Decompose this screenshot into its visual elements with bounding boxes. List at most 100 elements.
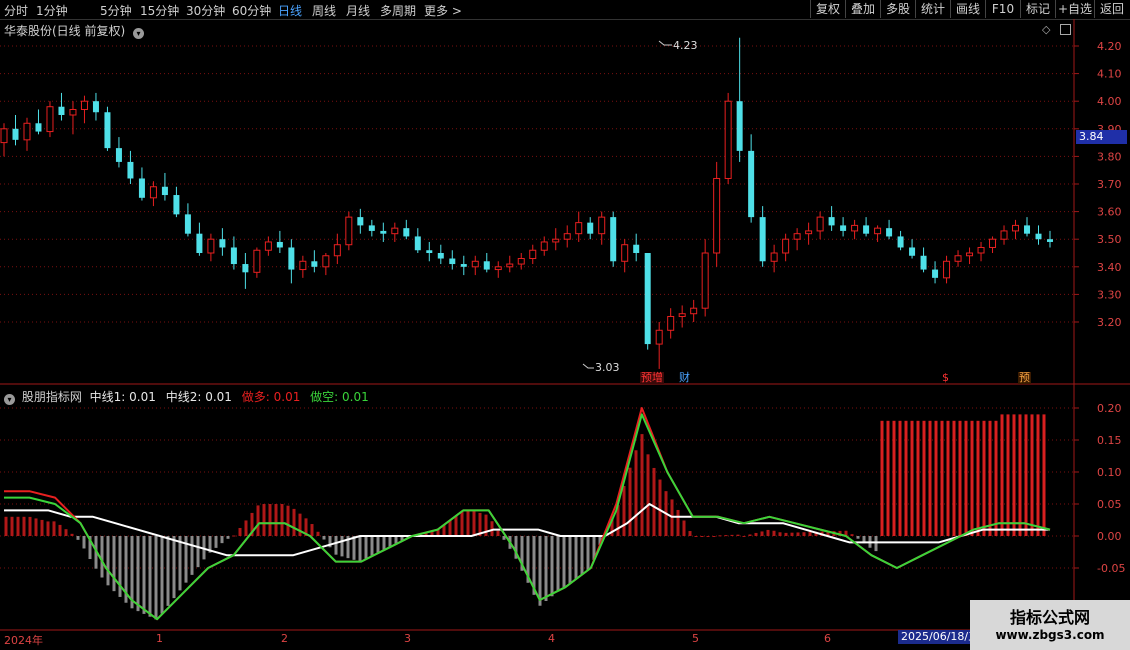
candle-body [322,255,330,268]
histogram-bar [700,536,704,537]
candle-body [759,217,766,262]
x-label-2024: 2024年 [4,634,43,647]
histogram-bar [466,510,470,536]
candle-body [311,261,318,267]
histogram-bar [130,536,134,609]
histogram-bar [238,527,242,536]
candle-body [770,252,778,262]
price-tick-label: 3.80 [1097,150,1122,163]
candle-body [886,228,893,237]
x-label-3: 3 [404,632,411,645]
marker-forecast[interactable]: 预 [1018,372,1031,384]
histogram-bar [64,529,68,536]
candle-body [713,177,721,254]
x-label-4: 4 [548,632,555,645]
dropdown-circle-icon[interactable]: ▾ [4,394,15,405]
histogram-bar [1036,414,1040,536]
candle-body [851,224,859,232]
histogram-bar [1030,414,1034,536]
marker-preincrease[interactable]: 预增 [640,372,664,384]
histogram-bar [544,536,548,602]
histogram-bar [580,536,584,575]
histogram-bar [274,504,278,536]
low-pointer [582,363,594,369]
histogram-bar [976,420,980,536]
histogram-bar [910,420,914,536]
histogram-bar [658,479,662,536]
histogram-bar [460,511,464,536]
low-label: 3.03 [595,361,620,374]
histogram-bar [58,524,62,536]
candle-body [104,112,111,149]
histogram-bar [676,509,680,536]
indicator-histogram [4,414,1046,620]
candle-body [529,249,537,260]
histogram-bar [634,450,638,536]
histogram-bar [892,420,896,536]
candle-body [506,263,514,268]
candle-body [610,217,617,262]
candle-body [736,101,743,151]
candle-body [115,148,122,162]
histogram-bar [562,536,566,588]
candle-body [264,241,272,251]
price-tick-label: 4.00 [1097,95,1122,108]
marker-finance[interactable]: 财 [678,372,691,384]
histogram-bar [730,534,734,536]
x-label-5: 5 [692,632,699,645]
x-label-2: 2 [281,632,288,645]
candle-body [724,100,732,179]
histogram-bar [172,536,176,599]
candle-body [1035,233,1042,240]
x-label-6: 6 [824,632,831,645]
histogram-bar [244,520,248,536]
histogram-bar [100,536,104,578]
candle-body [253,249,261,273]
marker-dollar[interactable]: $ [941,372,950,384]
candle-body [299,260,307,271]
candle-body [0,128,8,144]
histogram-bar [232,535,236,537]
histogram-bar [766,529,770,536]
histogram-bar [490,521,494,536]
candle-body [748,150,755,218]
histogram-bar [706,536,710,537]
histogram-bar [934,420,938,536]
histogram-bar [286,505,290,536]
histogram-bar [1018,414,1022,536]
candle-body [1000,230,1008,240]
histogram-bar [280,504,284,536]
candle-body [380,230,387,234]
legend-short: 做空: 0.01 [310,390,369,404]
candle-body [793,233,801,240]
candle-body [483,261,490,270]
candle-body [494,266,502,271]
candle-body [437,253,444,259]
candle-body [58,106,65,115]
candle-body [80,100,88,110]
x-label-1: 1 [156,632,163,645]
histogram-bar [772,530,776,536]
watermark-title: 指标公式网 [1009,608,1090,627]
price-tick-label: 4.10 [1097,68,1122,81]
candle-body [449,258,456,265]
indicator-axis: 0.20 0.15 0.10 0.05 0.00 -0.05 [1074,402,1125,575]
histogram-bar [136,536,140,612]
candle-body [667,315,675,331]
histogram-bar [298,513,302,536]
histogram-bar [16,516,20,536]
histogram-bar [550,536,554,597]
histogram-bar [226,536,230,539]
candle-body [92,101,99,113]
kline-chart[interactable]: 4.204.104.003.903.803.703.603.503.403.30… [0,0,1130,650]
histogram-bar [148,536,152,617]
histogram-bar [382,536,386,551]
candle-body [863,225,870,234]
candle-body [977,246,985,254]
histogram-bar [454,515,458,536]
histogram-bar [178,536,182,591]
candle-body [161,186,168,196]
histogram-bar [316,531,320,536]
candle-body [932,269,939,278]
histogram-bar [376,536,380,554]
